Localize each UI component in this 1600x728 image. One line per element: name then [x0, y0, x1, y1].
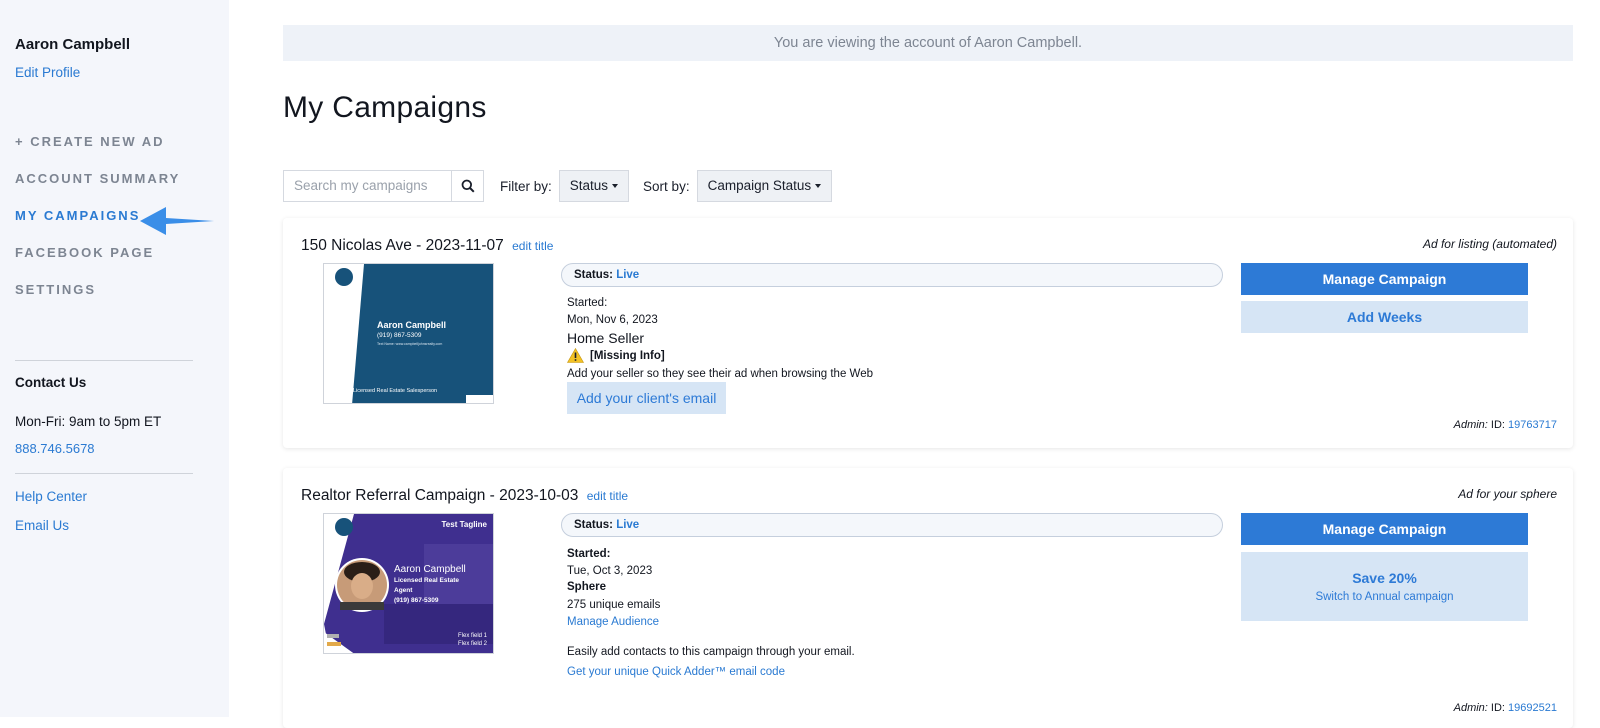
viewing-banner: You are viewing the account of Aaron Cam…	[283, 25, 1573, 61]
contact-phone[interactable]: 888.746.5678	[15, 441, 214, 456]
nav-create-new-ad[interactable]: + CREATE NEW AD	[15, 132, 214, 169]
quick-adder-link[interactable]: Get your unique Quick Adder™ email code	[567, 666, 785, 678]
thumb-title-1: Licensed Real Estate	[394, 577, 460, 584]
thumb-agent-name: Aaron Campbell	[377, 320, 447, 330]
sort-label: Sort by:	[643, 178, 690, 194]
warning-icon	[567, 348, 584, 363]
missing-info: [Missing Info]	[567, 348, 665, 363]
ad-type: Ad for listing (automated)	[1422, 237, 1557, 251]
status-value: Live	[616, 519, 640, 531]
ad-thumbnail[interactable]: Test Tagline Aaron Campbell Licensed Rea…	[323, 513, 494, 654]
thumb-flex-2: Flex field 2	[457, 641, 487, 647]
sidebar-divider	[15, 360, 193, 361]
thumb-footer: Licensed Real Estate Salesperson	[353, 388, 438, 394]
user-name: Aaron Campbell	[15, 36, 131, 53]
status-pill: Status: Live	[561, 513, 1223, 537]
thumb-web: Text Name: www.campbelljohnsrealty.com	[377, 342, 443, 346]
admin-id-line: Admin: ID: 19763717	[1454, 419, 1557, 431]
ad-type: Ad for your sphere	[1458, 487, 1557, 501]
nav-settings[interactable]: SETTINGS	[15, 280, 214, 317]
caret-down-icon	[612, 184, 619, 189]
caret-down-icon	[815, 184, 822, 189]
segment-name: Sphere	[567, 581, 606, 593]
edit-title-link[interactable]: edit title	[512, 239, 553, 253]
campaign-title: Realtor Referral Campaign - 2023-10-03 e…	[301, 487, 628, 505]
thumb-title-2: Agent	[394, 587, 413, 594]
sort-dropdown[interactable]: Campaign Status	[696, 170, 833, 202]
unique-emails: 275 unique emails	[567, 599, 661, 611]
add-weeks-button[interactable]: Add Weeks	[1241, 301, 1528, 333]
campaign-card: 150 Nicolas Ave - 2023-11-07 edit title …	[283, 218, 1573, 448]
segment-name: Home Seller	[567, 330, 645, 346]
campaign-title: 150 Nicolas Ave - 2023-11-07 edit title	[301, 237, 553, 255]
campaign-title-text: Realtor Referral Campaign - 2023-10-03	[301, 487, 579, 504]
campaign-card: Realtor Referral Campaign - 2023-10-03 e…	[283, 468, 1573, 728]
admin-id-link[interactable]: 19763717	[1508, 419, 1557, 431]
contact-title: Contact Us	[15, 375, 87, 390]
easy-add-text: Easily add contacts to this campaign thr…	[567, 646, 855, 658]
switch-annual-label: Switch to Annual campaign	[1315, 591, 1454, 603]
ad-thumbnail[interactable]: Aaron Campbell (919) 867-5309 Text Name:…	[323, 263, 494, 404]
sidebar: Aaron Campbell Edit Profile + CREATE NEW…	[0, 0, 229, 717]
page-title: My Campaigns	[283, 91, 487, 124]
sort-value: Campaign Status	[707, 178, 812, 193]
admin-label: Admin:	[1453, 419, 1488, 431]
id-label: ID:	[1490, 702, 1505, 714]
status-pill: Status: Live	[561, 263, 1223, 287]
campaign-toolbar: Search my campaigns Filter by: Status So…	[283, 170, 833, 202]
nav-account-summary[interactable]: ACCOUNT SUMMARY	[15, 169, 214, 206]
edit-title-link[interactable]: edit title	[587, 489, 628, 503]
search-icon	[461, 179, 475, 193]
filter-value: Status	[569, 178, 609, 193]
search-input[interactable]: Search my campaigns	[283, 170, 451, 202]
search-button[interactable]	[451, 170, 484, 202]
main-content: You are viewing the account of Aaron Cam…	[283, 25, 1573, 728]
thumb-phone: (919) 867-5309	[394, 597, 439, 604]
thumb-flex-1: Flex field 1	[457, 633, 487, 639]
filter-dropdown[interactable]: Status	[558, 170, 630, 202]
thumb-phone: (919) 867-5309	[377, 332, 422, 339]
thumb-tagline: Test Tagline	[441, 520, 488, 529]
manage-audience-link[interactable]: Manage Audience	[567, 616, 659, 628]
save-20-label: Save 20%	[1352, 570, 1417, 586]
started-label: Started:	[567, 297, 608, 309]
missing-info-label: [Missing Info]	[590, 349, 665, 362]
started-label: Started:	[567, 548, 611, 560]
campaign-title-text: 150 Nicolas Ave - 2023-11-07	[301, 237, 504, 254]
nav-facebook-page[interactable]: FACEBOOK PAGE	[15, 243, 214, 280]
edit-profile-link[interactable]: Edit Profile	[15, 65, 214, 80]
id-label: ID:	[1490, 419, 1505, 431]
started-date: Tue, Oct 3, 2023	[567, 565, 653, 577]
missing-info-desc: Add your seller so they see their ad whe…	[567, 368, 873, 380]
help-center-link[interactable]: Help Center	[15, 489, 214, 504]
manage-campaign-button[interactable]: Manage Campaign	[1241, 513, 1528, 545]
add-client-email-button[interactable]: Add your client's email	[567, 382, 726, 414]
admin-label: Admin:	[1453, 702, 1488, 714]
admin-id-link[interactable]: 19692521	[1508, 702, 1557, 714]
started-date: Mon, Nov 6, 2023	[567, 314, 658, 326]
email-us-link[interactable]: Email Us	[15, 518, 214, 533]
status-value: Live	[616, 269, 640, 281]
manage-campaign-button[interactable]: Manage Campaign	[1241, 263, 1528, 295]
status-label: Status:	[574, 269, 613, 281]
thumb-agent-name: Aaron Campbell	[394, 564, 466, 575]
status-label: Status:	[574, 519, 613, 531]
admin-id-line: Admin: ID: 19692521	[1454, 702, 1557, 714]
filter-label: Filter by:	[500, 178, 552, 194]
sidebar-divider	[15, 473, 193, 474]
save-20-button[interactable]: Save 20% Switch to Annual campaign	[1241, 552, 1528, 621]
pointer-arrow-icon	[140, 207, 214, 235]
contact-hours: Mon-Fri: 9am to 5pm ET	[15, 414, 162, 429]
